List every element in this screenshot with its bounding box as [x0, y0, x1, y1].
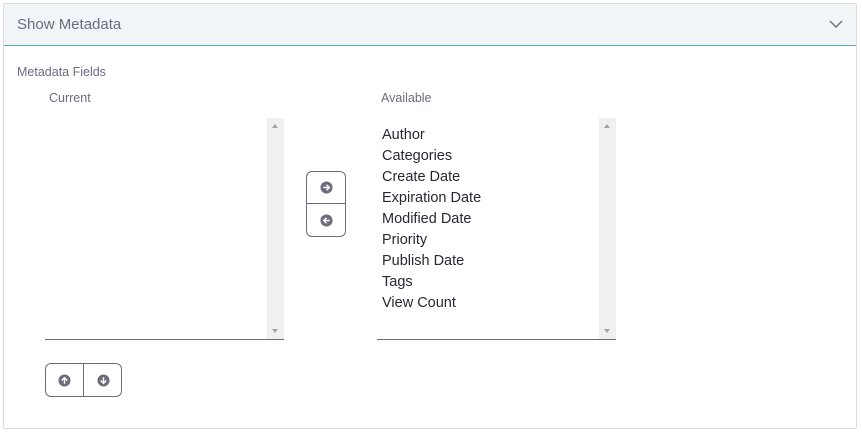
metadata-panel: Show Metadata Metadata Fields Current Av… — [3, 3, 857, 429]
metadata-fields-label: Metadata Fields — [17, 65, 106, 79]
list-item[interactable]: Create Date — [382, 167, 598, 188]
available-fields-list: Author Categories Create Date Expiration Da… — [382, 125, 598, 314]
circle-arrow-right-icon — [319, 181, 333, 194]
list-item[interactable]: Publish Date — [382, 251, 598, 272]
available-scrollbar[interactable] — [599, 118, 616, 339]
panel-title: Show Metadata — [17, 16, 122, 33]
current-label: Current — [49, 91, 91, 105]
list-item[interactable]: Tags — [382, 272, 598, 293]
list-item[interactable]: View Count — [382, 293, 598, 314]
circle-arrow-up-icon — [58, 373, 71, 387]
list-item[interactable]: Categories — [382, 146, 598, 167]
chevron-down-icon[interactable] — [828, 18, 844, 30]
circle-arrow-down-icon — [96, 373, 110, 387]
panel-header-toggle[interactable]: Show Metadata — [4, 4, 856, 46]
list-item[interactable]: Priority — [382, 230, 598, 251]
scroll-up-arrow-icon[interactable] — [604, 124, 610, 128]
available-label: Available — [381, 91, 432, 105]
available-fields-listbox[interactable]: Author Categories Create Date Expiration Da… — [377, 118, 616, 340]
current-scrollbar[interactable] — [267, 118, 284, 339]
list-item[interactable]: Author — [382, 125, 598, 146]
scroll-down-arrow-icon[interactable] — [272, 329, 278, 333]
move-to-available-button[interactable] — [307, 204, 345, 236]
move-down-button[interactable] — [84, 364, 121, 396]
move-up-button[interactable] — [46, 364, 84, 396]
scroll-up-arrow-icon[interactable] — [272, 124, 278, 128]
transfer-button-group — [306, 171, 346, 237]
current-fields-listbox[interactable] — [45, 118, 284, 340]
order-button-group — [45, 363, 122, 397]
list-item[interactable]: Expiration Date — [382, 188, 598, 209]
list-item[interactable]: Modified Date — [382, 209, 598, 230]
circle-arrow-left-icon — [319, 213, 333, 227]
move-to-current-button[interactable] — [307, 172, 345, 204]
scroll-down-arrow-icon[interactable] — [604, 329, 610, 333]
